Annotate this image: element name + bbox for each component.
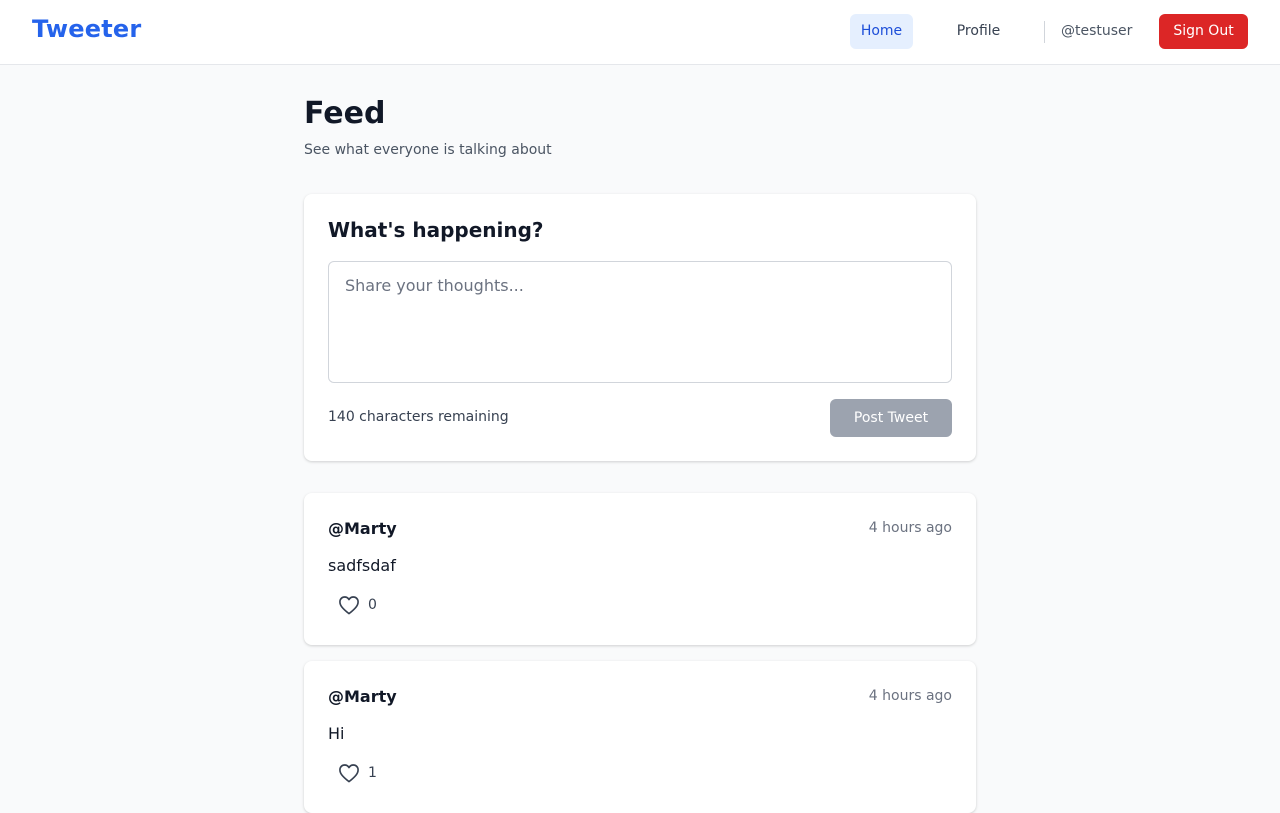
current-username: @testuser [1061, 23, 1133, 39]
tweet-card: @Marty 4 hours ago Hi 1 [304, 661, 976, 813]
heart-icon [338, 595, 360, 615]
nav-home-button[interactable]: Home [850, 14, 913, 49]
heart-icon [338, 763, 360, 783]
tweet-author[interactable]: @Marty [328, 687, 397, 706]
nav-profile-button[interactable]: Profile [945, 14, 1012, 49]
tweet-card: @Marty 4 hours ago sadfsdaf 0 [304, 493, 976, 645]
tweet-timestamp: 4 hours ago [868, 520, 952, 536]
sign-out-button[interactable]: Sign Out [1159, 14, 1248, 49]
like-button[interactable]: 0 [338, 595, 377, 615]
post-tweet-button[interactable]: Post Tweet [830, 399, 952, 437]
page-subtitle: See what everyone is talking about [304, 142, 552, 158]
tweet-author[interactable]: @Marty [328, 519, 397, 538]
tweet-text: sadfsdaf [328, 556, 396, 575]
like-button[interactable]: 1 [338, 763, 377, 783]
characters-remaining: 140 characters remaining [328, 409, 509, 425]
like-count: 1 [368, 765, 377, 781]
compose-title: What's happening? [328, 218, 544, 242]
page-title: Feed [304, 96, 386, 131]
nav-divider [1044, 21, 1045, 43]
top-navbar: Tweeter Home Profile @testuser Sign Out [0, 0, 1280, 65]
tweet-timestamp: 4 hours ago [868, 688, 952, 704]
tweet-input[interactable] [328, 261, 952, 383]
like-count: 0 [368, 597, 377, 613]
compose-card: What's happening? 140 characters remaini… [304, 194, 976, 461]
app-logo[interactable]: Tweeter [32, 15, 141, 43]
tweet-text: Hi [328, 724, 345, 743]
